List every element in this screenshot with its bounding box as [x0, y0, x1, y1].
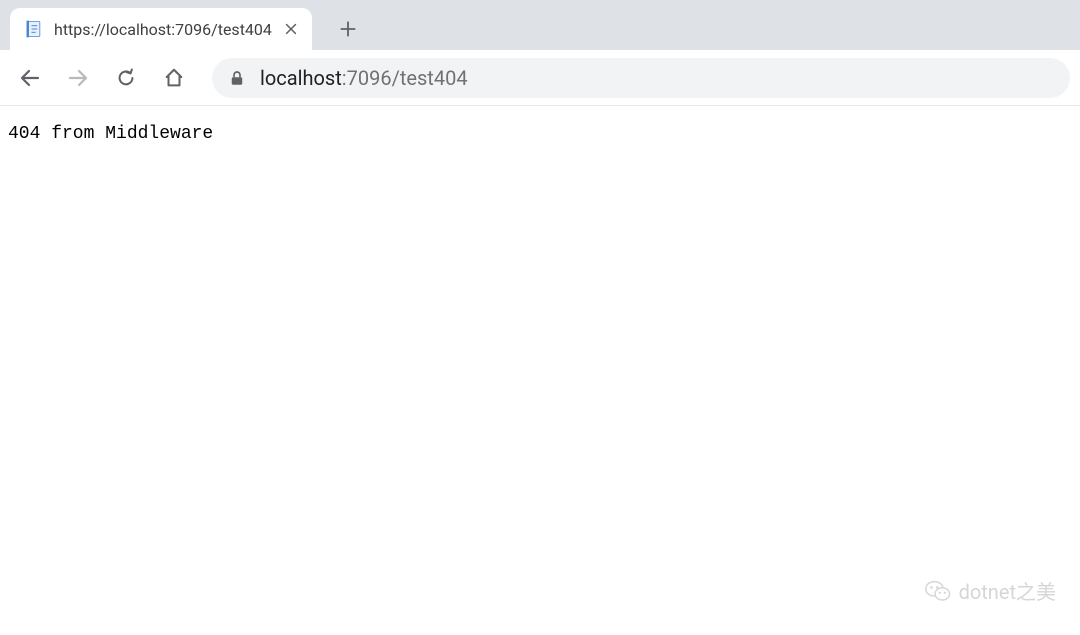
page-body: 404 from Middleware	[0, 106, 1080, 162]
watermark-text: dotnet之美	[959, 576, 1056, 605]
reload-button[interactable]	[106, 58, 146, 98]
lock-icon	[228, 69, 246, 87]
browser-tab[interactable]: https://localhost:7096/test404	[10, 8, 312, 50]
browser-toolbar: localhost:7096/test404	[0, 50, 1080, 106]
address-bar[interactable]: localhost:7096/test404	[212, 58, 1070, 98]
response-text: 404 from Middleware	[8, 124, 213, 144]
tab-favicon-icon	[24, 19, 44, 39]
url-path: :7096/test404	[342, 66, 468, 90]
wechat-icon	[925, 578, 951, 604]
watermark: dotnet之美	[925, 576, 1056, 605]
browser-chrome-header: https://localhost:7096/test404	[0, 0, 1080, 106]
url-host: localhost	[260, 66, 342, 90]
tab-strip: https://localhost:7096/test404	[0, 0, 1080, 50]
new-tab-button[interactable]	[330, 11, 366, 47]
back-button[interactable]	[10, 58, 50, 98]
url-text: localhost:7096/test404	[260, 66, 468, 90]
tab-title: https://localhost:7096/test404	[54, 20, 272, 39]
home-button[interactable]	[154, 58, 194, 98]
forward-button[interactable]	[58, 58, 98, 98]
tab-close-button[interactable]	[282, 20, 300, 38]
